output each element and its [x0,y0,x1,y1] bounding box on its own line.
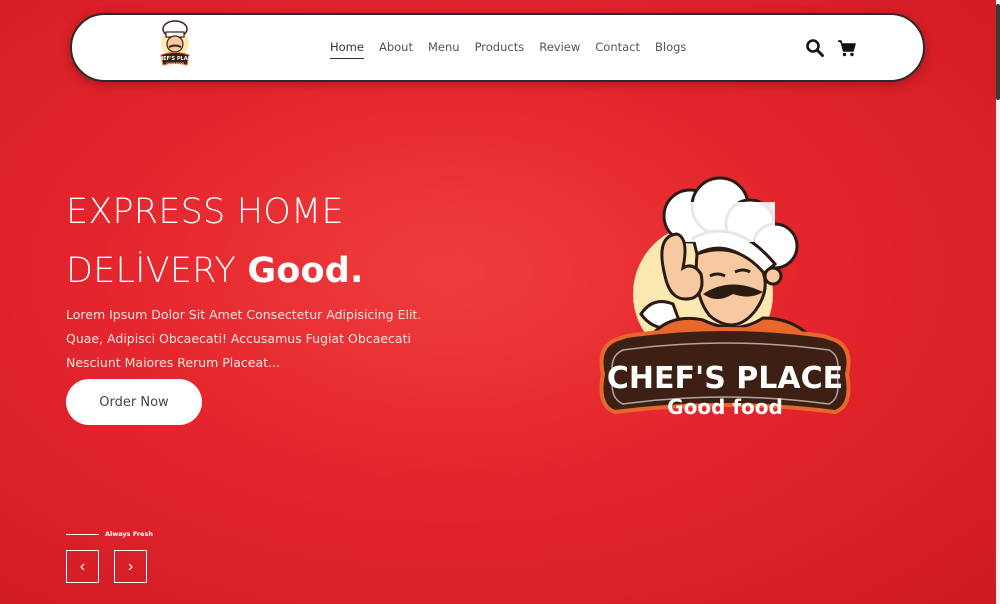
banner-brand-name: CHEF'S PLACE [607,361,843,396]
hero-description: Lorem Ipsum Dolor Sit Amet Consectetur A… [66,307,422,370]
search-icon[interactable] [805,38,825,58]
main-nav: Home About Menu Products Review Contact … [330,39,686,59]
page: CHEF'S PLACE Good food Home About Menu P… [0,0,996,604]
cart-icon[interactable] [837,38,857,58]
slider-caption: Always Fresh [66,530,153,538]
hero-title-line2: DELİVERY [66,251,237,291]
slider-next-button[interactable]: › [114,550,147,583]
nav-contact[interactable]: Contact [595,39,640,59]
site-header: CHEF'S PLACE Good food Home About Menu P… [70,13,925,82]
chefs-place-logo: CHEF'S PLACE Good food [599,176,851,419]
header-logo-tagline: Good food [166,62,184,66]
nav-products[interactable]: Products [475,39,525,59]
slider-prev-button[interactable]: ‹ [66,550,99,583]
order-now-button[interactable]: Order Now [66,379,202,425]
chevron-right-icon: › [127,557,134,575]
caption-divider [66,533,99,535]
brand-banner: CHEF'S PLACE Good food [599,327,851,419]
nav-review[interactable]: Review [539,39,580,59]
chef-logo-icon[interactable]: CHEF'S PLACE Good food [147,19,203,75]
nav-menu[interactable]: Menu [428,39,460,59]
banner-tagline: Good food [667,395,783,419]
hero-title-highlight: Good. [247,251,364,291]
scrollbar-thumb[interactable] [996,4,1000,100]
hero-title: EXPRESS HOME DELİVERY Good. [66,183,546,301]
nav-home[interactable]: Home [330,39,364,59]
caption-text: Always Fresh [105,530,153,538]
hero-title-line1: EXPRESS HOME [66,192,344,232]
nav-blogs[interactable]: Blogs [655,39,686,59]
nav-about[interactable]: About [379,39,413,59]
chevron-left-icon: ‹ [79,557,86,575]
page-scrollbar[interactable] [996,0,1000,604]
